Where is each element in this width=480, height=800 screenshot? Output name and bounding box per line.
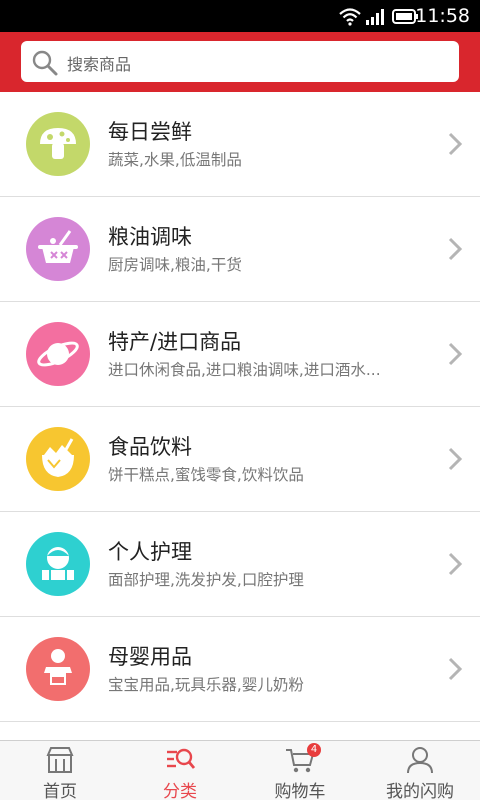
- clock: 11:58: [415, 5, 470, 27]
- mushroom-icon: [26, 112, 90, 176]
- category-item-food-drinks[interactable]: 食品饮料 饼干糕点,蜜饯零食,饮料饮品: [0, 407, 480, 512]
- chevron-right-icon: [448, 552, 463, 576]
- category-title: 食品饮料: [108, 435, 192, 459]
- category-title: 每日尝鲜: [108, 120, 192, 144]
- search-icon: [32, 50, 58, 76]
- category-item-mother-baby[interactable]: 母婴用品 宝宝用品,玩具乐器,婴儿奶粉: [0, 617, 480, 722]
- coconut-drink-icon: [26, 427, 90, 491]
- tab-label: 购物车: [274, 782, 326, 800]
- baby-icon: [26, 637, 90, 701]
- chevron-right-icon: [448, 237, 463, 261]
- tab-cart[interactable]: 4 购物车: [240, 741, 360, 800]
- tab-category[interactable]: 分类: [120, 741, 240, 800]
- category-subtitle: 厨房调味,粮油,干货: [108, 256, 242, 274]
- tab-label: 我的闪购: [386, 782, 454, 800]
- header: 搜索商品: [0, 32, 480, 92]
- tab-home[interactable]: 首页: [0, 741, 120, 800]
- user-icon: [407, 747, 433, 774]
- planet-icon: [26, 322, 90, 386]
- category-subtitle: 蔬菜,水果,低温制品: [108, 151, 242, 169]
- category-item-daily-fresh[interactable]: 每日尝鲜 蔬菜,水果,低温制品: [0, 92, 480, 197]
- person-care-icon: [26, 532, 90, 596]
- bottom-tab-bar: 首页 分类 4 购物车 我的闪购: [0, 740, 480, 800]
- category-list: 每日尝鲜 蔬菜,水果,低温制品 粮油调味 厨房调味,粮油,干货 特产/进口商品: [0, 92, 480, 740]
- category-item-personal-care[interactable]: 个人护理 面部护理,洗发护发,口腔护理: [0, 512, 480, 617]
- search-placeholder: 搜索商品: [67, 55, 132, 74]
- tab-my-flash-sale[interactable]: 我的闪购: [360, 741, 480, 800]
- chevron-right-icon: [448, 342, 463, 366]
- chevron-right-icon: [448, 447, 463, 471]
- status-bar: 11:58: [0, 0, 480, 32]
- cooking-pot-icon: [26, 217, 90, 281]
- category-subtitle: 面部护理,洗发护发,口腔护理: [108, 571, 304, 589]
- chevron-right-icon: [448, 132, 463, 156]
- tab-label: 首页: [43, 782, 77, 800]
- search-input[interactable]: 搜索商品: [21, 41, 459, 82]
- storefront-icon: [46, 747, 74, 773]
- status-icons: [339, 8, 418, 26]
- tab-label: 分类: [163, 782, 197, 800]
- category-item-grain-oil[interactable]: 粮油调味 厨房调味,粮油,干货: [0, 197, 480, 302]
- category-title: 粮油调味: [108, 225, 192, 249]
- category-title: 个人护理: [108, 540, 192, 564]
- category-subtitle: 饼干糕点,蜜饯零食,饮料饮品: [108, 466, 304, 484]
- category-title: 母婴用品: [108, 645, 192, 669]
- chevron-right-icon: [448, 657, 463, 681]
- category-item-imported[interactable]: 特产/进口商品 进口休闲食品,进口粮油调味,进口酒水...: [0, 302, 480, 407]
- category-subtitle: 进口休闲食品,进口粮油调味,进口酒水...: [108, 361, 381, 379]
- category-search-icon: [167, 748, 196, 769]
- cart-badge: 4: [307, 743, 321, 757]
- category-title: 特产/进口商品: [108, 330, 242, 354]
- category-subtitle: 宝宝用品,玩具乐器,婴儿奶粉: [108, 676, 304, 694]
